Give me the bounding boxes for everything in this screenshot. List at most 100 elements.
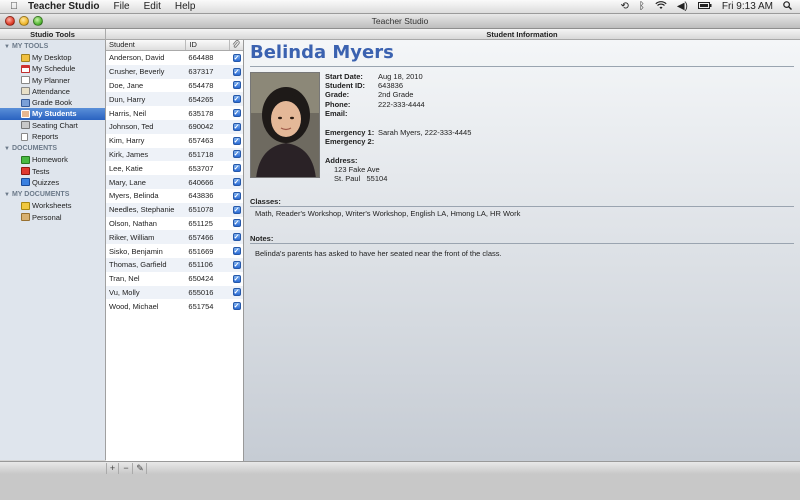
desktop-bottom-strip bbox=[0, 474, 800, 500]
sidebar-item-worksheets[interactable]: Worksheets bbox=[0, 200, 105, 211]
sidebar-item-my-planner[interactable]: My Planner bbox=[0, 75, 105, 86]
row-checkbox[interactable]: ✓ bbox=[232, 81, 241, 90]
sidebar-item-reports[interactable]: Reports bbox=[0, 131, 105, 142]
row-checkbox[interactable]: ✓ bbox=[232, 53, 241, 62]
row-checkbox[interactable]: ✓ bbox=[232, 260, 241, 269]
row-checkbox[interactable]: ✓ bbox=[232, 247, 241, 256]
address-line-1[interactable]: 123 Fake Ave bbox=[334, 165, 380, 174]
sidebar-item-my-students[interactable]: My Students bbox=[0, 108, 105, 120]
student-photo[interactable] bbox=[250, 72, 320, 178]
file-menu[interactable]: File bbox=[114, 1, 130, 12]
row-checkbox[interactable]: ✓ bbox=[232, 233, 241, 242]
table-row[interactable]: Kirk, James 651718 ✓ bbox=[106, 147, 243, 162]
student-id-cell: 640666 bbox=[188, 177, 214, 187]
start-date-label: Start Date: bbox=[325, 72, 363, 81]
student-id-cell: 654478 bbox=[188, 80, 214, 90]
sidebar-item-attendance[interactable]: Attendance bbox=[0, 86, 105, 97]
classes-value[interactable]: Math, Reader's Workshop, Writer's Worksh… bbox=[255, 209, 520, 218]
sidebar-section-my-documents[interactable]: ▼ MY DOCUMENTS bbox=[0, 189, 105, 200]
row-checkbox[interactable]: ✓ bbox=[232, 288, 241, 297]
remove-student-button[interactable]: − bbox=[120, 463, 133, 474]
help-menu[interactable]: Help bbox=[175, 1, 196, 12]
student-column-header[interactable]: Student bbox=[106, 40, 187, 50]
add-student-button[interactable]: + bbox=[106, 463, 119, 474]
row-checkbox[interactable]: ✓ bbox=[232, 67, 241, 76]
edit-menu[interactable]: Edit bbox=[144, 1, 161, 12]
edit-student-button[interactable]: ✎ bbox=[134, 463, 147, 474]
row-checkbox[interactable]: ✓ bbox=[232, 178, 241, 187]
row-checkbox[interactable]: ✓ bbox=[232, 191, 241, 200]
table-row[interactable]: Thomas, Garfield 651106 ✓ bbox=[106, 257, 243, 272]
wifi-icon[interactable] bbox=[655, 0, 667, 13]
table-row[interactable]: Needles, Stephanie 651078 ✓ bbox=[106, 202, 243, 217]
student-detail-pane: Belinda Myers Start Date: Aug 18, 2010 S… bbox=[244, 40, 800, 461]
disclosure-triangle-icon[interactable]: ▼ bbox=[4, 146, 10, 152]
student-id-value[interactable]: 643836 bbox=[378, 81, 403, 90]
address-line-2[interactable]: St. Paul 55104 bbox=[334, 174, 387, 183]
emergency-1-value[interactable]: Sarah Myers, 222-333-4445 bbox=[378, 128, 471, 137]
sidebar-item-grade-book[interactable]: Grade Book bbox=[0, 97, 105, 108]
bluetooth-icon[interactable]: ᛒ bbox=[639, 1, 645, 12]
disclosure-triangle-icon[interactable]: ▼ bbox=[4, 192, 10, 198]
zoom-window-button[interactable] bbox=[33, 16, 43, 26]
table-row[interactable]: Dun, Harry 654265 ✓ bbox=[106, 92, 243, 107]
table-row[interactable]: Anderson, David 664488 ✓ bbox=[106, 51, 243, 65]
table-row[interactable]: Vu, Molly 655016 ✓ bbox=[106, 285, 243, 300]
battery-icon[interactable] bbox=[697, 1, 712, 12]
table-row[interactable]: Sisko, Benjamin 651669 ✓ bbox=[106, 244, 243, 258]
sidebar-item-seating-chart[interactable]: Seating Chart bbox=[0, 120, 105, 131]
sidebar-section-my-tools[interactable]: ▼ MY TOOLS bbox=[0, 41, 105, 52]
sidebar-item-tests[interactable]: Tests bbox=[0, 166, 105, 177]
row-checkbox[interactable]: ✓ bbox=[232, 122, 241, 131]
sidebar-item-personal[interactable]: Personal bbox=[0, 212, 105, 223]
time-machine-icon[interactable]: ⟲ bbox=[620, 1, 628, 12]
table-row[interactable]: Olson, Nathan 651125 ✓ bbox=[106, 216, 243, 231]
phone-value[interactable]: 222-333-4444 bbox=[378, 100, 425, 109]
classes-label: Classes: bbox=[250, 197, 281, 206]
table-row[interactable]: Harris, Neil 635178 ✓ bbox=[106, 106, 243, 120]
row-checkbox[interactable]: ✓ bbox=[232, 164, 241, 173]
app-name-menu[interactable]: Teacher Studio bbox=[28, 1, 100, 12]
student-id-cell: 654265 bbox=[188, 94, 214, 104]
row-checkbox[interactable]: ✓ bbox=[232, 95, 241, 104]
spotlight-search-icon[interactable] bbox=[783, 0, 792, 13]
notes-divider bbox=[250, 243, 794, 244]
sidebar-item-homework[interactable]: Homework bbox=[0, 154, 105, 165]
sidebar-section-documents[interactable]: ▼ DOCUMENTS bbox=[0, 143, 105, 154]
sidebar-item-my-desktop[interactable]: My Desktop bbox=[0, 52, 105, 63]
table-row[interactable]: Doe, Jane 654478 ✓ bbox=[106, 78, 243, 93]
row-checkbox[interactable]: ✓ bbox=[232, 219, 241, 228]
student-id-cell: 657463 bbox=[188, 136, 214, 146]
bottom-toolbar: + − ✎ bbox=[0, 461, 800, 474]
grade-value[interactable]: 2nd Grade bbox=[378, 90, 413, 99]
start-date-value[interactable]: Aug 18, 2010 bbox=[378, 72, 423, 81]
row-checkbox[interactable]: ✓ bbox=[232, 109, 241, 118]
id-column-header[interactable]: ID bbox=[186, 40, 231, 50]
row-checkbox[interactable]: ✓ bbox=[232, 205, 241, 214]
sidebar-item-quizzes[interactable]: Quizzes bbox=[0, 177, 105, 188]
sidebar-item-my-schedule[interactable]: My Schedule bbox=[0, 63, 105, 74]
table-row[interactable]: Tran, Nel 650424 ✓ bbox=[106, 271, 243, 286]
table-row[interactable]: Lee, Katie 653707 ✓ bbox=[106, 161, 243, 176]
clock[interactable]: Fri 9:13 AM bbox=[722, 1, 773, 12]
close-window-button[interactable] bbox=[5, 16, 15, 26]
row-checkbox[interactable]: ✓ bbox=[232, 302, 241, 311]
table-row[interactable]: Mary, Lane 640666 ✓ bbox=[106, 175, 243, 189]
table-row[interactable]: Riker, William 657466 ✓ bbox=[106, 230, 243, 245]
table-row[interactable]: Myers, Belinda 643836 ✓ bbox=[106, 188, 243, 203]
row-checkbox[interactable]: ✓ bbox=[232, 274, 241, 283]
table-row[interactable]: Wood, Michael 651754 ✓ bbox=[106, 299, 243, 314]
minimize-window-button[interactable] bbox=[19, 16, 29, 26]
disclosure-triangle-icon[interactable]: ▼ bbox=[4, 44, 10, 50]
row-checkbox[interactable]: ✓ bbox=[232, 136, 241, 145]
table-row[interactable]: Crusher, Beverly 637317 ✓ bbox=[106, 64, 243, 79]
attachment-column-icon[interactable] bbox=[230, 40, 243, 50]
table-row[interactable]: Johnson, Ted 690042 ✓ bbox=[106, 119, 243, 134]
student-list: Student ID Anderson, David 664488 ✓ Crusher… bbox=[106, 40, 244, 461]
table-row[interactable]: Kim, Harry 657463 ✓ bbox=[106, 133, 243, 148]
row-checkbox[interactable]: ✓ bbox=[232, 150, 241, 159]
student-name-heading: Belinda Myers bbox=[250, 42, 394, 63]
apple-menu-icon[interactable]:  bbox=[0, 1, 28, 12]
notes-value[interactable]: Belinda's parents has asked to have her … bbox=[255, 249, 502, 258]
volume-icon[interactable]: ◀) bbox=[677, 1, 688, 12]
